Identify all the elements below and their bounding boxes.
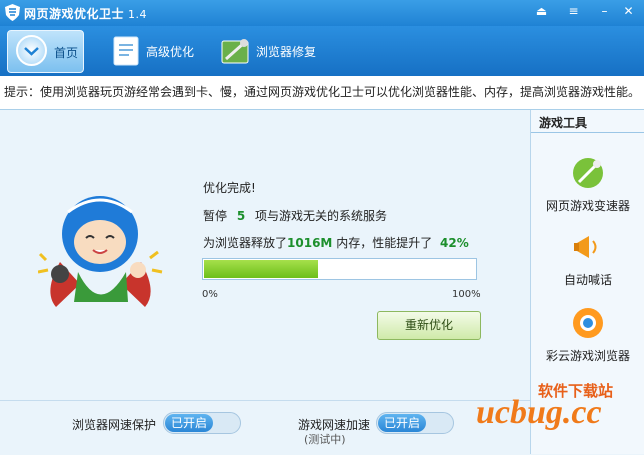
pause-suffix: 项与游戏无关的系统服务 <box>255 209 388 223</box>
home-icon <box>16 35 47 66</box>
minimize-icon[interactable]: – <box>596 4 613 19</box>
restore-icon[interactable]: ⏏ <box>533 4 550 19</box>
title-bar: 网页游戏优化卫士 1.4 ⏏ ≡ – ✕ <box>0 0 644 26</box>
pause-line: 暂停 5 项与游戏无关的系统服务 <box>203 207 387 224</box>
progress-min-label: 0% <box>202 289 218 300</box>
memory-mid: 内存，性能提升了 <box>336 236 433 250</box>
bottom-bar: 浏览器网速保护 已开启 游戏网速加速 (测试中) 已开启 <box>0 400 530 455</box>
browser-protect-state: 已开启 <box>165 414 213 432</box>
progress-max-label: 100% <box>452 289 481 300</box>
nav-browser-repair[interactable]: 浏览器修复 <box>218 30 323 71</box>
reoptimize-button[interactable]: 重新优化 <box>377 311 481 340</box>
progress-fill <box>204 260 318 278</box>
close-icon[interactable]: ✕ <box>620 4 637 19</box>
game-tools-title: 游戏工具 <box>539 116 588 130</box>
shield-icon <box>5 4 20 21</box>
result-title: 优化完成! <box>203 181 256 195</box>
menu-icon[interactable]: ≡ <box>565 4 582 19</box>
memory-value: 1016M <box>287 236 333 250</box>
speed-icon <box>573 158 603 188</box>
document-icon <box>113 36 139 66</box>
app-title: 网页游戏优化卫士 1.4 <box>24 5 147 22</box>
browser-protect-label: 浏览器网速保护 <box>72 418 157 432</box>
nav-browser-repair-label: 浏览器修复 <box>256 45 317 59</box>
memory-line: 为浏览器释放了1016M 内存，性能提升了 42% <box>203 234 469 251</box>
tool-auto-shout[interactable]: 自动喊话 <box>531 230 644 288</box>
divider <box>531 132 644 133</box>
memory-prefix: 为浏览器释放了 <box>203 236 288 250</box>
tip-bar: 提示：使用浏览器玩页游经常会遇到卡、慢，通过网页游戏优化卫士可以优化浏览器性能、… <box>0 76 644 110</box>
nav-home-label: 首页 <box>54 46 79 60</box>
nav-advanced[interactable]: 高级优化 <box>108 30 203 71</box>
tool-auto-shout-label: 自动喊话 <box>563 273 612 287</box>
megaphone-icon <box>574 236 597 258</box>
tool-speeder-label: 网页游戏变速器 <box>545 199 630 213</box>
performance-value: 42% <box>440 236 469 250</box>
nav-home[interactable]: 首页 <box>7 30 84 73</box>
pause-prefix: 暂停 <box>203 209 228 223</box>
nav-advanced-label: 高级优化 <box>146 45 195 59</box>
watermark-line2: ucbug.cc <box>476 394 602 431</box>
pause-count: 5 <box>236 209 246 223</box>
mascot-image <box>38 196 163 307</box>
game-accel-toggle[interactable]: 已开启 <box>376 412 454 434</box>
progress-bar <box>202 258 477 280</box>
app-version: 1.4 <box>128 8 148 21</box>
tip-text: 提示：使用浏览器玩页游经常会遇到卡、慢，通过网页游戏优化卫士可以优化浏览器性能、… <box>4 85 641 99</box>
app-name: 网页游戏优化卫士 <box>24 7 125 21</box>
tool-caiyun-browser[interactable]: 彩云游戏浏览器 <box>531 306 644 364</box>
browser-protect-toggle[interactable]: 已开启 <box>163 412 241 434</box>
repair-icon <box>221 39 249 64</box>
game-accel-state: 已开启 <box>378 414 426 432</box>
browser-icon <box>573 308 603 338</box>
game-accel-sub: (测试中) <box>304 433 346 446</box>
toolbar: 首页 高级优化 浏览器修复 <box>0 26 644 76</box>
watermark-logo: 软件下载站 ucbug.cc <box>468 378 644 448</box>
tool-caiyun-browser-label: 彩云游戏浏览器 <box>545 349 630 363</box>
tool-speeder[interactable]: 网页游戏变速器 <box>531 156 644 214</box>
